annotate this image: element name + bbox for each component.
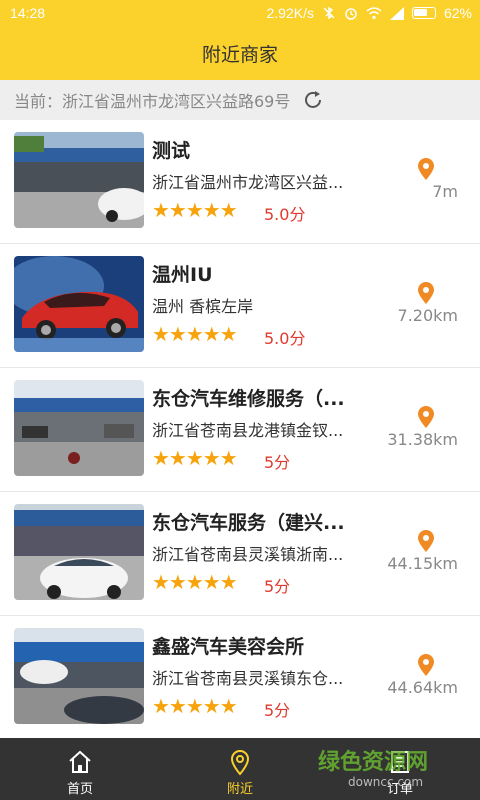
location-pin-icon: [418, 530, 434, 552]
shop-photo: [14, 628, 144, 724]
rating-stars: ★★★★★: [152, 694, 238, 718]
location-pin-icon: [418, 282, 434, 304]
status-time: 14:28: [10, 5, 46, 21]
nav-nearby[interactable]: 附近: [160, 738, 320, 800]
shop-photo: [14, 132, 144, 228]
net-speed: 2.92K/s: [266, 5, 314, 21]
status-icons: 2.92K/s 62%: [266, 5, 472, 21]
shop-name: 温州IU: [152, 264, 213, 286]
shop-item[interactable]: 温州IU 温州 香槟左岸 ★★★★★ 5.0分 7.20km: [0, 244, 480, 368]
shop-name: 测试: [152, 140, 191, 162]
wifi-icon: [366, 6, 382, 19]
shop-distance: 44.15km: [387, 554, 458, 573]
shop-distance: 7m: [432, 182, 458, 201]
shop-item[interactable]: 东仓汽车服务（建兴... 浙江省苍南县灵溪镇浙南... ★★★★★ 5分 44.…: [0, 492, 480, 616]
shop-address: 浙江省苍南县灵溪镇浙南...: [152, 545, 344, 564]
shop-name: 东仓汽车维修服务（...: [152, 388, 345, 410]
shop-list: 测试 浙江省温州市龙湾区兴益... ★★★★★ 5.0分 7m 温州IU 温州 …: [0, 120, 480, 738]
shop-address: 浙江省苍南县灵溪镇东仓...: [152, 669, 344, 688]
shop-distance: 31.38km: [387, 430, 458, 449]
page-title: 附近商家: [201, 43, 278, 66]
shop-distance: 44.64km: [387, 678, 458, 697]
shop-item[interactable]: 测试 浙江省温州市龙湾区兴益... ★★★★★ 5.0分 7m: [0, 120, 480, 244]
location-pin-icon: [230, 749, 250, 776]
nav-nearby-label: 附近: [226, 782, 253, 797]
rating-stars: ★★★★★: [152, 570, 238, 594]
title-bar: 附近商家: [0, 26, 480, 80]
watermark-url: downcc.com: [348, 775, 424, 789]
shop-item[interactable]: 鑫盛汽车美容会所 浙江省苍南县灵溪镇东仓... ★★★★★ 5分 44.64km: [0, 616, 480, 738]
nav-home[interactable]: 首页: [0, 738, 160, 800]
watermark: 绿色资源网 downcc.com: [318, 744, 478, 796]
shop-name: 东仓汽车服务（建兴...: [152, 512, 345, 534]
rating-stars: ★★★★★: [152, 322, 238, 346]
status-bar: 14:28 2.92K/s 62%: [0, 0, 480, 26]
shop-address: 浙江省苍南县龙港镇金钗...: [152, 421, 344, 440]
shop-photo: [14, 504, 144, 600]
shop-item[interactable]: 东仓汽车维修服务（... 浙江省苍南县龙港镇金钗... ★★★★★ 5分 31.…: [0, 368, 480, 492]
nav-home-label: 首页: [66, 782, 93, 797]
watermark-logo: 绿色资源网: [318, 750, 429, 775]
rating-score: 5.0分: [264, 329, 306, 348]
rating-score: 5分: [264, 577, 291, 596]
shop-photo: [14, 256, 144, 352]
shop-distance: 7.20km: [397, 306, 458, 325]
location-bar: 当前：浙江省温州市龙湾区兴益路69号: [0, 80, 480, 120]
location-pin-icon: [418, 158, 434, 180]
location-pin-icon: [418, 406, 434, 428]
rating-stars: ★★★★★: [152, 198, 238, 222]
bluetooth-off-icon: [323, 6, 335, 20]
shop-address: 浙江省温州市龙湾区兴益...: [152, 173, 344, 192]
location-pin-icon: [418, 654, 434, 676]
shop-address: 温州 香槟左岸: [152, 297, 254, 316]
rating-stars: ★★★★★: [152, 446, 238, 470]
signal-icon: [389, 6, 404, 20]
battery-icon: [411, 7, 436, 19]
shop-name: 鑫盛汽车美容会所: [152, 636, 305, 658]
rating-score: 5.0分: [264, 205, 306, 224]
battery-percent: 62%: [443, 5, 472, 21]
refresh-icon[interactable]: [302, 89, 324, 111]
home-icon: [69, 750, 91, 773]
rating-score: 5分: [264, 701, 291, 720]
shop-photo: [14, 380, 144, 476]
current-location: 当前：浙江省温州市龙湾区兴益路69号: [14, 92, 291, 111]
alarm-icon: [345, 8, 357, 20]
rating-score: 5分: [264, 453, 291, 472]
